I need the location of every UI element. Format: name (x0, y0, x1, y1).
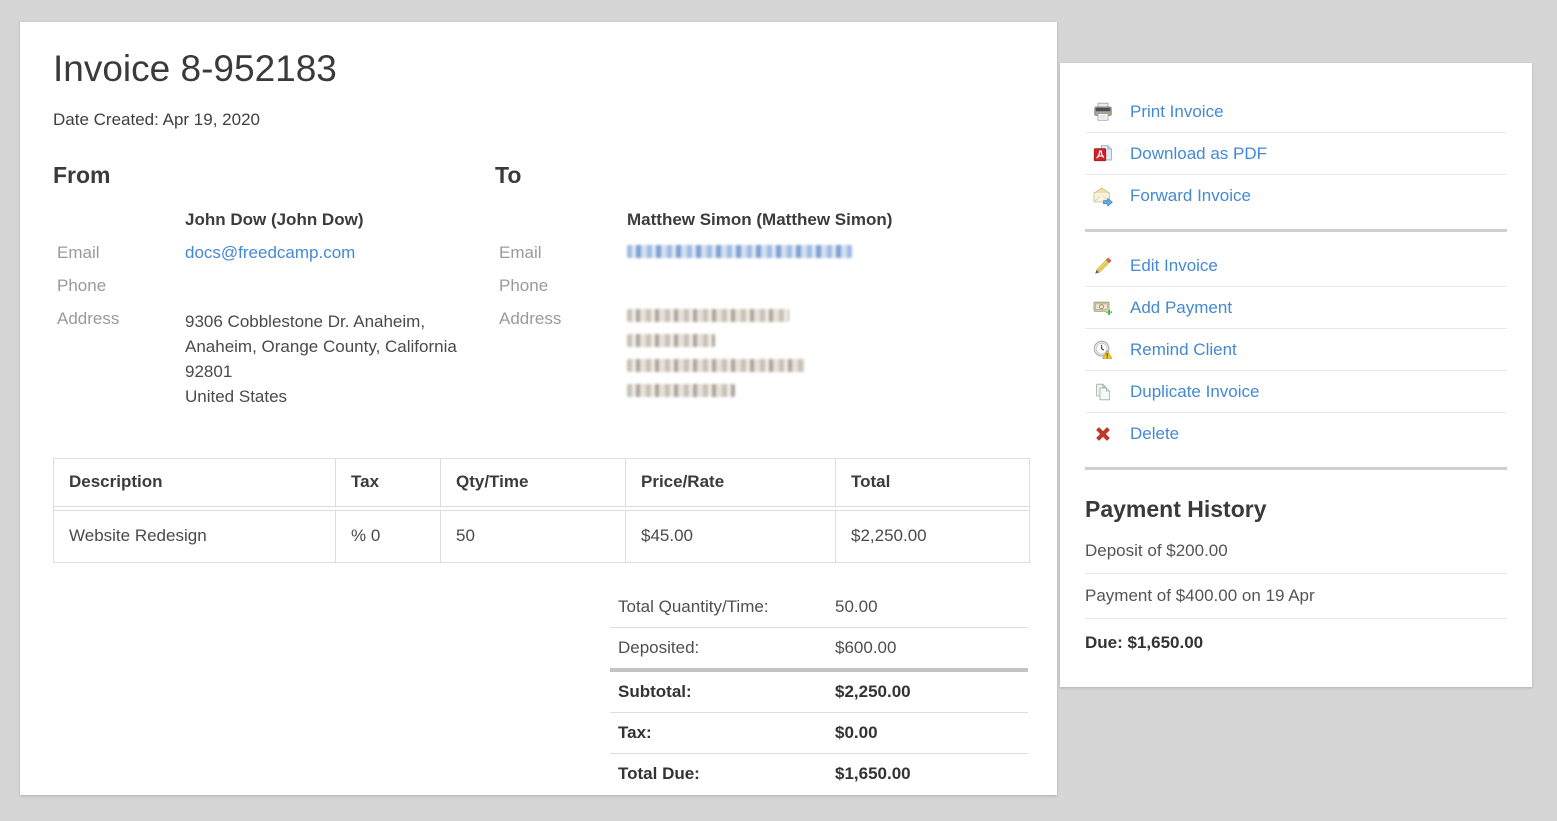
from-address-value: 9306 Cobblestone Dr. Anaheim, Anaheim, O… (185, 309, 457, 409)
col-total: Total (836, 459, 1029, 506)
from-email-link[interactable]: docs@freedcamp.com (185, 243, 355, 262)
col-description: Description (54, 459, 336, 506)
from-email-label: Email (53, 243, 185, 262)
delete-x-icon (1093, 424, 1113, 444)
cell-total: $2,250.00 (836, 511, 1029, 562)
edit-invoice-action[interactable]: Edit Invoice (1085, 245, 1507, 287)
subtotal-row: Subtotal: $2,250.00 (610, 672, 1028, 713)
totals-section: Total Quantity/Time: 50.00 Deposited: $6… (610, 587, 1028, 794)
edit-invoice-link[interactable]: Edit Invoice (1130, 256, 1218, 276)
table-header-row: Description Tax Qty/Time Price/Rate Tota… (54, 459, 1029, 507)
forward-invoice-action[interactable]: Forward Invoice (1085, 175, 1507, 216)
from-phone-row: Phone (53, 276, 495, 309)
cell-tax: % 0 (336, 511, 441, 562)
from-name: John Dow (John Dow) (185, 210, 363, 229)
invoice-title: Invoice 8-952183 (53, 48, 1057, 91)
invoice-actions-panel: Print Invoice Download as PDF Forward In… (1060, 63, 1532, 687)
total-quantity-row: Total Quantity/Time: 50.00 (610, 587, 1028, 628)
add-payment-icon (1093, 298, 1113, 318)
duplicate-invoice-link[interactable]: Duplicate Invoice (1130, 382, 1259, 402)
envelope-forward-icon (1093, 186, 1113, 206)
print-invoice-action[interactable]: Print Invoice (1085, 91, 1507, 133)
redacted-email-blur (627, 245, 852, 258)
from-name-row: John Dow (John Dow) (53, 210, 495, 243)
to-email-label: Email (495, 243, 627, 262)
from-phone-label: Phone (53, 276, 185, 295)
sidebar-group-divider (1085, 229, 1507, 232)
payment-due-amount: Due: $1,650.00 (1085, 619, 1507, 667)
to-email-row: Email (495, 243, 1057, 276)
add-payment-link[interactable]: Add Payment (1130, 298, 1232, 318)
redacted-address-blur (627, 309, 805, 409)
to-address-row: Address (495, 309, 1057, 423)
printer-icon (1093, 102, 1113, 122)
duplicate-pages-icon (1093, 382, 1113, 402)
payment-history-entry: Deposit of $200.00 (1085, 529, 1507, 574)
tax-row: Tax: $0.00 (610, 713, 1028, 754)
table-row: Website Redesign % 0 50 $45.00 $2,250.00 (54, 510, 1029, 562)
to-name: Matthew Simon (Matthew Simon) (627, 210, 892, 229)
reminder-clock-icon (1093, 340, 1113, 360)
cell-description: Website Redesign (54, 511, 336, 562)
total-due-row: Total Due: $1,650.00 (610, 754, 1028, 794)
to-phone-label: Phone (495, 276, 627, 295)
to-name-row: Matthew Simon (Matthew Simon) (495, 210, 1057, 243)
from-section: From John Dow (John Dow) Email docs@free… (53, 162, 495, 423)
from-address-label: Address (53, 309, 185, 409)
invoice-panel: Invoice 8-952183 Date Created: Apr 19, 2… (20, 22, 1057, 795)
remind-client-action[interactable]: Remind Client (1085, 329, 1507, 371)
payment-history-heading: Payment History (1085, 496, 1507, 523)
pdf-icon (1093, 144, 1113, 164)
pencil-icon (1093, 256, 1113, 276)
remind-client-link[interactable]: Remind Client (1130, 340, 1237, 360)
from-address-row: Address 9306 Cobblestone Dr. Anaheim, An… (53, 309, 495, 423)
to-section: To Matthew Simon (Matthew Simon) Email P… (495, 162, 1057, 423)
from-email-row: Email docs@freedcamp.com (53, 243, 495, 276)
delete-action[interactable]: Delete (1085, 413, 1507, 454)
download-pdf-link[interactable]: Download as PDF (1130, 144, 1267, 164)
invoice-date-created: Date Created: Apr 19, 2020 (53, 110, 1057, 130)
cell-price-rate: $45.00 (626, 511, 836, 562)
to-phone-row: Phone (495, 276, 1057, 309)
download-pdf-action[interactable]: Download as PDF (1085, 133, 1507, 175)
cell-qty-time: 50 (441, 511, 626, 562)
col-tax: Tax (336, 459, 441, 506)
deposited-row: Deposited: $600.00 (610, 628, 1028, 672)
invoice-items-table: Description Tax Qty/Time Price/Rate Tota… (53, 458, 1030, 563)
to-heading: To (495, 162, 1057, 189)
payment-history-entry: Payment of $400.00 on 19 Apr (1085, 574, 1507, 619)
to-address-label: Address (495, 309, 627, 409)
duplicate-invoice-action[interactable]: Duplicate Invoice (1085, 371, 1507, 413)
print-invoice-link[interactable]: Print Invoice (1130, 102, 1224, 122)
add-payment-action[interactable]: Add Payment (1085, 287, 1507, 329)
forward-invoice-link[interactable]: Forward Invoice (1130, 186, 1251, 206)
from-heading: From (53, 162, 495, 189)
parties-section: From John Dow (John Dow) Email docs@free… (53, 162, 1057, 423)
col-qty-time: Qty/Time (441, 459, 626, 506)
sidebar-group-divider (1085, 467, 1507, 470)
delete-invoice-link[interactable]: Delete (1130, 424, 1179, 444)
col-price-rate: Price/Rate (626, 459, 836, 506)
